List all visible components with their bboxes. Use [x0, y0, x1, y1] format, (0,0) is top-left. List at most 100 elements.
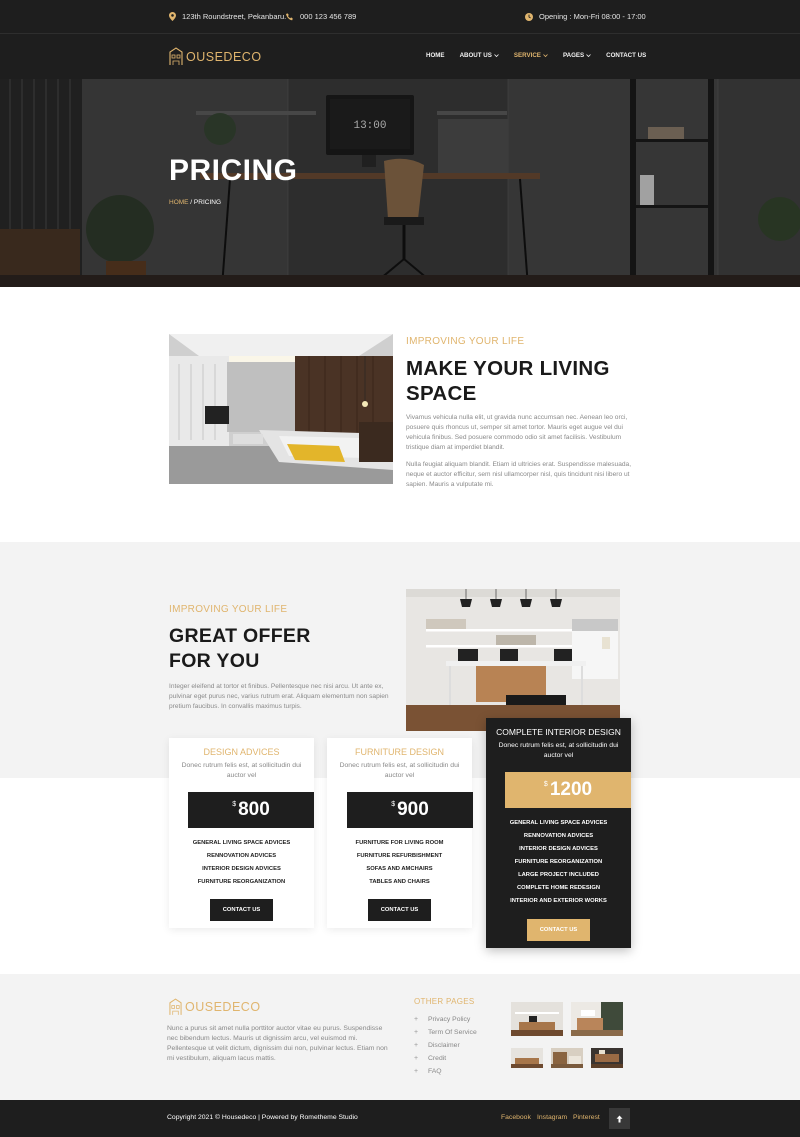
about-eyebrow: IMPROVING YOUR LIFE — [406, 336, 525, 347]
office-image — [406, 589, 620, 731]
footer-link-privacy-policy[interactable]: + Privacy Policy — [414, 1013, 477, 1026]
contact-us-button[interactable]: CONTACT US — [368, 899, 431, 921]
chevron-down-icon — [494, 54, 499, 58]
gallery-thumbnail[interactable] — [591, 1048, 623, 1068]
house-logo-icon — [169, 47, 183, 65]
phone-text: 000 123 456 789 — [300, 12, 357, 21]
phone-info[interactable]: 000 123 456 789 — [286, 12, 356, 21]
footer-link-term-of-service[interactable]: + Term Of Service — [414, 1026, 477, 1039]
price-currency: $ — [391, 801, 396, 808]
plan-description: Donec rutrum felis est, at sollicitudin … — [339, 762, 460, 779]
footer-link-disclaimer[interactable]: + Disclaimer — [414, 1039, 477, 1052]
phone-icon — [286, 12, 293, 20]
offer-title-line-2: FOR YOU — [169, 650, 260, 672]
about-paragraph-2: Nulla feugiat aliquam blandit. Etiam id … — [406, 461, 632, 488]
footer-logo[interactable]: OUSEDECO — [169, 998, 261, 1016]
about-title: MAKE YOUR LIVING SPACE — [406, 356, 610, 406]
about-title-line-1: MAKE YOUR LIVING — [406, 357, 610, 380]
opening-info: Opening : Mon-Fri 08:00 - 17:00 — [525, 12, 646, 21]
logo-text: OUSEDECO — [185, 1000, 261, 1014]
site-footer: OUSEDECO Nunc a purus sit amet nulla por… — [0, 974, 800, 1100]
pricing-card-design-advices: DESIGN ADVICES Donec rutrum felis est, a… — [169, 738, 314, 928]
footer-links: + Privacy Policy + Term Of Service + Discla… — [414, 1013, 477, 1078]
plan-feature: INTERIOR DESIGN ADVICES — [519, 846, 598, 852]
copyright-bar: Copyright 2021 © Housedeco | Powered by … — [0, 1100, 800, 1137]
social-link-facebook[interactable]: Facebook — [501, 1114, 531, 1121]
offer-eyebrow: IMPROVING YOUR LIFE — [169, 604, 288, 615]
gallery-thumbnail[interactable] — [511, 1002, 563, 1036]
price-amount: 1200 — [549, 779, 593, 800]
plan-description: Donec rutrum felis est, at sollicitudin … — [181, 762, 302, 779]
nav-pages[interactable]: PAGES — [563, 52, 591, 59]
pricing-card-complete-interior: COMPLETE INTERIOR DESIGN Donec rutrum fe… — [486, 718, 631, 948]
nav-home[interactable]: HOME — [426, 52, 445, 59]
price-amount: 800 — [238, 799, 270, 820]
chevron-down-icon — [543, 54, 548, 58]
footer-links-title: OTHER PAGES — [414, 997, 475, 1006]
offer-title-line-1: GREAT OFFER — [169, 625, 311, 647]
contact-us-button[interactable]: CONTACT US — [210, 899, 273, 921]
about-paragraph-1: Vivamus vehicula nulla elit, ut gravida … — [406, 414, 628, 451]
main-navbar: OUSEDECO HOME ABOUT US SERVICE PAGES CON… — [0, 34, 800, 79]
page-hero: 13:00 PRICING HOME / PRICING — [0, 79, 800, 287]
plan-feature: FURNITURE REORGANIZATION — [197, 879, 286, 885]
plus-icon: + — [414, 1055, 419, 1062]
address-text: 123th Roundstreet, Pekanbaru. — [182, 12, 287, 21]
plan-title: DESIGN ADVICES — [203, 747, 280, 757]
arrow-up-icon — [616, 1115, 623, 1122]
plus-icon: + — [414, 1016, 419, 1023]
plan-price: $ 800 — [188, 792, 314, 828]
contact-us-button[interactable]: CONTACT US — [527, 919, 590, 941]
back-to-top-button[interactable] — [609, 1108, 630, 1129]
breadcrumb-home[interactable]: HOME — [169, 199, 189, 206]
top-info-bar: 123th Roundstreet, Pekanbaru. 000 123 45… — [0, 0, 800, 34]
hero-background-image: 13:00 — [0, 79, 800, 287]
plan-feature: INTERIOR DESIGN ADVICES — [202, 866, 281, 872]
footer-link-credit[interactable]: + Credit — [414, 1052, 477, 1065]
address-info: 123th Roundstreet, Pekanbaru. — [169, 12, 286, 21]
page-title: PRICING — [169, 154, 298, 187]
social-link-instagram[interactable]: Instagram — [537, 1114, 567, 1121]
map-pin-icon — [169, 12, 176, 21]
pricing-card-furniture-design: FURNITURE DESIGN Donec rutrum felis est,… — [327, 738, 473, 928]
price-currency: $ — [543, 781, 548, 788]
logo-text: OUSEDECO — [186, 49, 262, 64]
nav-about-us[interactable]: ABOUT US — [460, 52, 499, 59]
plan-feature: LARGE PROJECT INCLUDED — [518, 872, 599, 878]
site-logo[interactable]: OUSEDECO — [169, 47, 262, 66]
nav-contact-us[interactable]: CONTACT US — [606, 52, 646, 59]
price-amount: 900 — [397, 799, 429, 820]
offer-paragraph: Integer eleifend at tortor et finibus. P… — [169, 683, 389, 710]
footer-link-faq[interactable]: + FAQ — [414, 1065, 477, 1078]
plus-icon: + — [414, 1029, 419, 1036]
plan-feature: RENNOVATION ADVICES — [206, 853, 277, 859]
plan-price: $ 900 — [347, 792, 473, 828]
social-link-pinterest[interactable]: Pinterest — [573, 1114, 600, 1121]
plan-feature: GENERAL LIVING SPACE ADVICES — [192, 840, 291, 846]
chevron-down-icon — [586, 54, 591, 58]
plan-feature: TABLES AND CHAIRS — [369, 879, 430, 885]
house-logo-icon — [169, 998, 182, 1015]
plus-icon: + — [414, 1068, 419, 1075]
plan-title: COMPLETE INTERIOR DESIGN — [496, 727, 621, 737]
plan-feature: INTERIOR AND EXTERIOR WORKS — [510, 898, 607, 904]
breadcrumb: HOME / PRICING — [169, 199, 221, 206]
plan-feature: SOFAS AND AMCHAIRS — [366, 866, 433, 872]
bedroom-image — [169, 334, 393, 484]
hero-clock-display: 13:00 — [353, 120, 386, 132]
plan-description: Donec rutrum felis est, at sollicitudin … — [498, 742, 619, 759]
clock-icon — [525, 12, 533, 21]
plan-feature: FURNITURE FOR LIVING ROOM — [355, 840, 444, 846]
nav-service[interactable]: SERVICE — [514, 52, 548, 59]
opening-text: Opening : Mon-Fri 08:00 - 17:00 — [539, 12, 646, 21]
plan-feature: GENERAL LIVING SPACE ADVICES — [509, 820, 608, 826]
price-currency: $ — [232, 801, 237, 808]
gallery-thumbnail[interactable] — [511, 1048, 543, 1068]
gallery-thumbnail[interactable] — [571, 1002, 623, 1036]
offer-title: GREAT OFFER FOR YOU — [169, 624, 311, 674]
about-title-line-2: SPACE — [406, 382, 477, 405]
gallery-thumbnail[interactable] — [551, 1048, 583, 1068]
plan-feature: RENNOVATION ADVICES — [523, 833, 594, 839]
main-menu: HOME ABOUT US SERVICE PAGES CONTACT US — [426, 52, 661, 59]
breadcrumb-current: PRICING — [193, 199, 222, 206]
